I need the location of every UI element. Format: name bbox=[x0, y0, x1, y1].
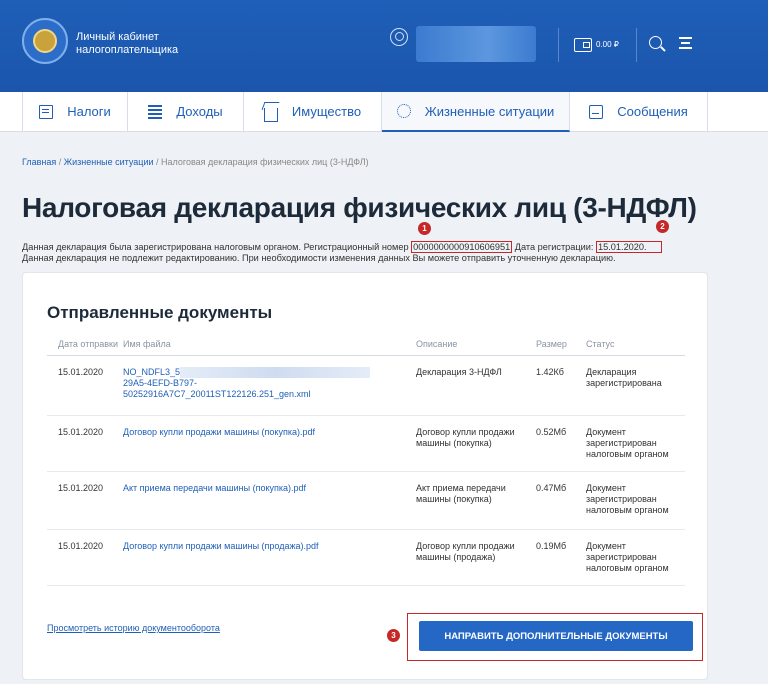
registration-date: 15.01.2020. bbox=[596, 241, 662, 253]
cell-status: Документ зарегистрирован налоговым орган… bbox=[586, 529, 685, 586]
annotation-marker-2: 2 bbox=[656, 220, 669, 233]
cell-status: Декларация зарегистрирована bbox=[586, 355, 685, 416]
col-header-filename: Имя файла bbox=[123, 337, 416, 356]
cell-size: 1.42Кб bbox=[536, 355, 586, 416]
tab-label: Жизненные ситуации bbox=[424, 103, 555, 119]
col-header-description: Описание bbox=[416, 337, 536, 356]
file-link[interactable]: Акт приема передачи машины (покупка).pdf bbox=[123, 471, 416, 530]
search-icon[interactable] bbox=[649, 36, 662, 49]
redacted-block bbox=[180, 367, 371, 378]
money-icon bbox=[148, 104, 163, 119]
tab-label: Имущество bbox=[291, 104, 362, 119]
cell-size: 0.52Мб bbox=[536, 415, 586, 472]
main-nav: Налоги Доходы Имущество Жизненные ситуац… bbox=[0, 92, 768, 132]
info-prefix: Данная декларация была зарегистрирована … bbox=[22, 242, 412, 252]
fns-emblem-logo[interactable] bbox=[22, 18, 68, 64]
document-history-link[interactable]: Просмотреть историю документооборота bbox=[47, 623, 220, 633]
annotation-marker-1: 1 bbox=[418, 222, 431, 235]
table-header-row: Дата отправки Имя файла Описание Размер … bbox=[47, 337, 685, 356]
brand-line-2: налогоплательщика bbox=[76, 44, 179, 56]
tab-property[interactable]: Имущество bbox=[244, 92, 382, 131]
user-icon[interactable] bbox=[390, 28, 408, 46]
cell-date: 15.01.2020 bbox=[47, 415, 123, 472]
table-row: 15.01.2020 Договор купли продажи машины … bbox=[47, 415, 685, 472]
document-icon bbox=[39, 104, 54, 119]
tab-label: Доходы bbox=[176, 104, 223, 119]
life-situations-icon bbox=[396, 104, 411, 118]
declaration-info-line-2: Данная декларация не подлежит редактиров… bbox=[22, 253, 616, 263]
declaration-info-line-1: Данная декларация была зарегистрирована … bbox=[22, 241, 662, 253]
file-link[interactable]: NO_NDFL3_5 29A5-4EFD-B797- 50252916A7C7_… bbox=[123, 355, 416, 416]
filename-part: 29A5-4EFD-B797- bbox=[123, 378, 198, 388]
tab-income[interactable]: Доходы bbox=[128, 92, 244, 131]
breadcrumb-separator: / bbox=[153, 157, 162, 167]
cell-description: Декларация 3-НДФЛ bbox=[416, 355, 536, 416]
cell-size: 0.19Мб bbox=[536, 529, 586, 586]
sent-documents-table: Дата отправки Имя файла Описание Размер … bbox=[47, 337, 685, 586]
breadcrumb-current: Налоговая декларация физических лиц (3-Н… bbox=[161, 157, 369, 167]
house-icon bbox=[263, 107, 278, 122]
breadcrumb-home[interactable]: Главная bbox=[22, 157, 56, 167]
brand-title[interactable]: Личный кабинет налогоплательщика bbox=[76, 31, 178, 57]
user-name-redacted[interactable] bbox=[416, 26, 536, 62]
page-title: Налоговая декларация физических лиц (3-Н… bbox=[22, 192, 697, 223]
cell-date: 15.01.2020 bbox=[47, 471, 123, 530]
sent-documents-title: Отправленные документы bbox=[47, 303, 273, 322]
tab-taxes[interactable]: Налоги bbox=[22, 92, 128, 131]
breadcrumb: Главная / Жизненные ситуации / Налоговая… bbox=[22, 157, 369, 167]
file-link[interactable]: Договор купли продажи машины (покупка).p… bbox=[123, 415, 416, 472]
table-row: 15.01.2020 Акт приема передачи машины (п… bbox=[47, 471, 685, 530]
cell-description: Акт приема передачи машины (покупка) bbox=[416, 471, 536, 530]
breadcrumb-life-situations[interactable]: Жизненные ситуации bbox=[64, 157, 154, 167]
breadcrumb-separator: / bbox=[56, 157, 64, 167]
col-header-date: Дата отправки bbox=[47, 337, 123, 356]
declaration-info: Данная декларация была зарегистрирована … bbox=[22, 241, 662, 264]
col-header-status: Статус bbox=[586, 337, 685, 356]
cell-size: 0.47Мб bbox=[536, 471, 586, 530]
tab-life-situations[interactable]: Жизненные ситуации bbox=[382, 92, 570, 132]
table-row: 15.01.2020 Договор купли продажи машины … bbox=[47, 529, 685, 586]
registration-number: 0000000000910606951 bbox=[411, 241, 513, 253]
tab-label: Сообщения bbox=[617, 104, 688, 119]
cell-description: Договор купли продажи машины (продажа) bbox=[416, 529, 536, 586]
menu-icon[interactable] bbox=[679, 37, 692, 49]
header-divider bbox=[636, 28, 637, 62]
site-header: Личный кабинет налогоплательщика 0.00 ₽ bbox=[0, 0, 768, 92]
cell-date: 15.01.2020 bbox=[47, 529, 123, 586]
brand-line-1: Личный кабинет bbox=[76, 31, 159, 43]
file-link[interactable]: Договор купли продажи машины (продажа).p… bbox=[123, 529, 416, 586]
info-mid: Дата регистрации: bbox=[512, 242, 597, 252]
filename-part: 50252916A7C7_20011ST122126.251_gen.xml bbox=[123, 389, 311, 399]
annotation-marker-3: 3 bbox=[387, 629, 400, 642]
table-row: 15.01.2020 NO_NDFL3_5 29A5-4EFD-B797- 50… bbox=[47, 355, 685, 416]
cell-date: 15.01.2020 bbox=[47, 355, 123, 416]
cell-description: Договор купли продажи машины (покупка) bbox=[416, 415, 536, 472]
cell-status: Документ зарегистрирован налоговым орган… bbox=[586, 415, 685, 472]
filename-part: NO_NDFL3_5 bbox=[123, 367, 181, 377]
col-header-size: Размер bbox=[536, 337, 586, 356]
mail-icon bbox=[589, 104, 604, 119]
send-additional-documents-button[interactable]: НАПРАВИТЬ ДОПОЛНИТЕЛЬНЫЕ ДОКУМЕНТЫ bbox=[419, 621, 693, 651]
wallet-icon[interactable] bbox=[574, 38, 592, 52]
header-divider bbox=[558, 28, 559, 62]
balance-amount[interactable]: 0.00 ₽ bbox=[596, 40, 619, 49]
sent-documents-card: Отправленные документы Дата отправки Имя… bbox=[22, 272, 708, 680]
cell-status: Документ зарегистрирован налоговым орган… bbox=[586, 471, 685, 530]
tab-messages[interactable]: Сообщения bbox=[570, 92, 708, 131]
tab-label: Налоги bbox=[67, 104, 111, 119]
